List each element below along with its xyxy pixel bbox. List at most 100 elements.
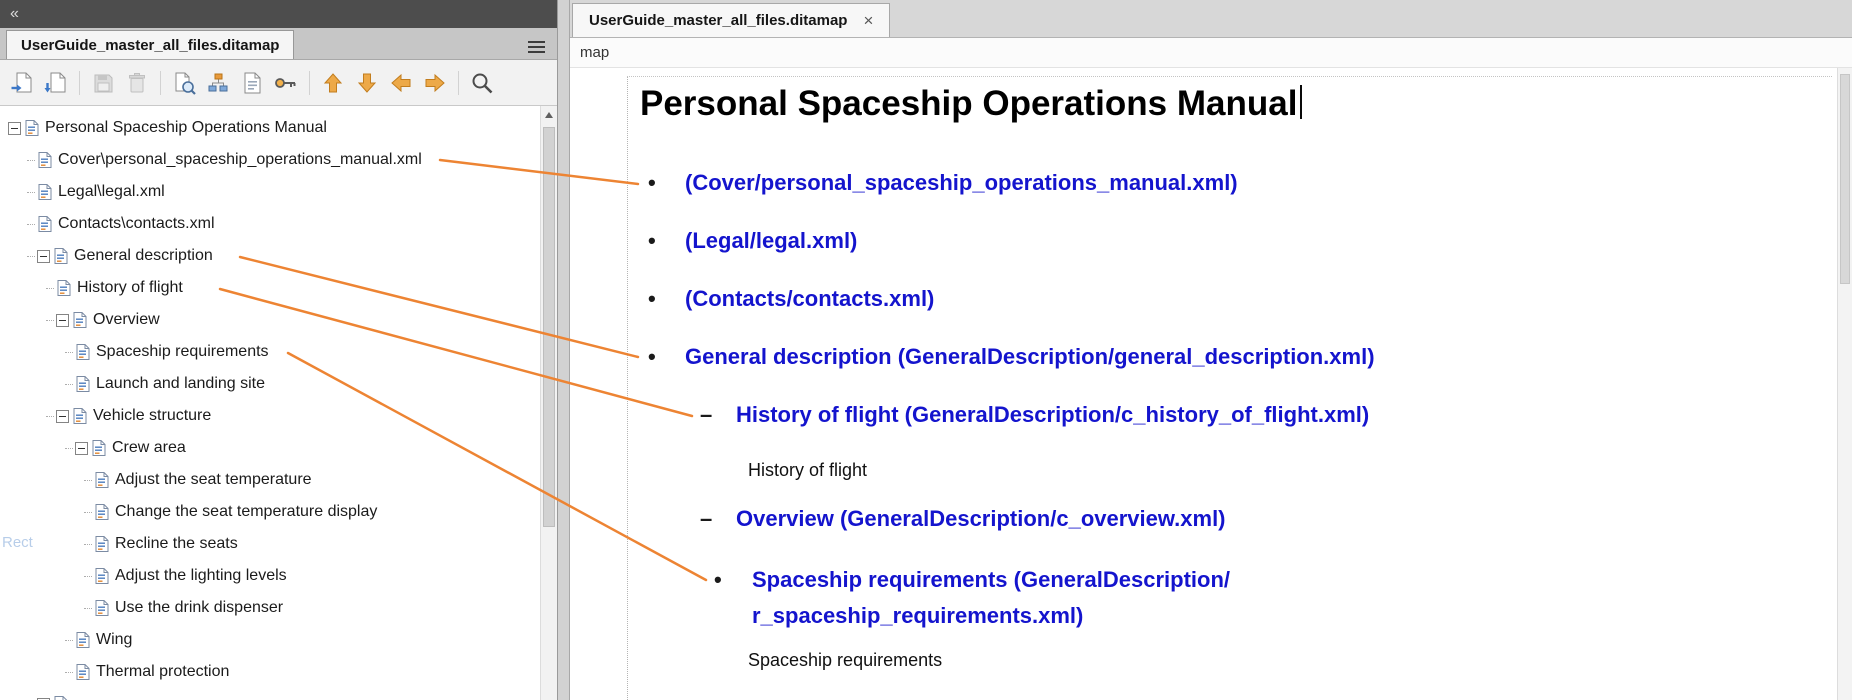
tree-item[interactable]: Adjust the lighting levels bbox=[0, 560, 557, 592]
breadcrumb-node[interactable]: map bbox=[580, 44, 609, 61]
topicref-entry[interactable]: • (Cover/personal_spaceship_operations_m… bbox=[628, 168, 1852, 198]
tree-item[interactable]: General description bbox=[0, 240, 557, 272]
panel-header: « bbox=[0, 0, 557, 28]
insert-new-topic-button[interactable] bbox=[8, 69, 36, 97]
demote-button[interactable] bbox=[421, 69, 449, 97]
maps-toolbar bbox=[0, 60, 557, 106]
insert-new-topic-icon bbox=[10, 71, 34, 95]
tree-item-label: Adjust the lighting levels bbox=[115, 567, 287, 585]
delete-button[interactable] bbox=[123, 69, 151, 97]
topic-icon bbox=[53, 695, 69, 700]
close-tab-icon[interactable]: × bbox=[863, 11, 873, 31]
document-title[interactable]: Personal Spaceship Operations Manual bbox=[640, 82, 1852, 126]
tree-item-clipped[interactable] bbox=[0, 688, 557, 700]
navtitle-text[interactable]: Spaceship requirements bbox=[628, 648, 1852, 672]
dita-maps-manager-panel: « UserGuide_master_all_files.ditamap bbox=[0, 0, 558, 700]
tree-item-root[interactable]: Personal Spaceship Operations Manual bbox=[0, 112, 557, 144]
tree-item-label: Use the drink dispenser bbox=[115, 599, 283, 617]
demote-icon bbox=[423, 71, 447, 95]
tree-item[interactable]: Spaceship requirements bbox=[0, 336, 557, 368]
panel-splitter[interactable] bbox=[558, 0, 570, 700]
topic-icon bbox=[94, 535, 110, 553]
ditamap-panel-tab[interactable]: UserGuide_master_all_files.ditamap bbox=[6, 30, 294, 59]
topicref-entry[interactable]: – History of flight (GeneralDescription/… bbox=[628, 400, 1852, 430]
tree-item[interactable]: History of flight bbox=[0, 272, 557, 304]
tree-connector bbox=[27, 160, 35, 161]
topic-icon bbox=[75, 375, 91, 393]
list-bullet: • bbox=[648, 284, 685, 314]
collapse-panel-button[interactable]: « bbox=[10, 5, 18, 23]
collapse-toggle-icon[interactable] bbox=[37, 250, 50, 263]
topic-icon bbox=[91, 439, 107, 457]
topicref-entry[interactable]: • Spaceship requirements (GeneralDescrip… bbox=[628, 562, 1852, 634]
scrollbar-thumb[interactable] bbox=[543, 127, 555, 527]
tree-item[interactable]: Overview bbox=[0, 304, 557, 336]
document-editor[interactable]: Personal Spaceship Operations Manual • (… bbox=[570, 68, 1852, 700]
tree-item-label: Recline the seats bbox=[115, 535, 238, 553]
open-preview-icon bbox=[172, 71, 196, 95]
map-icon bbox=[24, 119, 40, 137]
topic-icon bbox=[75, 631, 91, 649]
list-bullet: • bbox=[648, 168, 685, 198]
tree-item[interactable]: Cover\personal_spaceship_operations_manu… bbox=[0, 144, 557, 176]
collapse-toggle-icon[interactable] bbox=[75, 442, 88, 455]
tree-item-label: Contacts\contacts.xml bbox=[58, 215, 215, 233]
margin-guide-horizontal bbox=[627, 76, 1832, 77]
promote-button[interactable] bbox=[387, 69, 415, 97]
search-button[interactable] bbox=[468, 69, 496, 97]
tree-item[interactable]: Adjust the seat temperature bbox=[0, 464, 557, 496]
open-preview-button[interactable] bbox=[170, 69, 198, 97]
breadcrumb: map bbox=[570, 38, 1852, 68]
map-structure-button[interactable] bbox=[204, 69, 232, 97]
text-cursor bbox=[1300, 85, 1302, 119]
collapse-toggle-icon[interactable] bbox=[8, 122, 21, 135]
tree-item[interactable]: Thermal protection bbox=[0, 656, 557, 688]
editor-tab[interactable]: UserGuide_master_all_files.ditamap × bbox=[572, 3, 890, 37]
topicref-link[interactable]: General description (GeneralDescription/… bbox=[685, 342, 1375, 372]
tree-item[interactable]: Launch and landing site bbox=[0, 368, 557, 400]
save-button[interactable] bbox=[89, 69, 117, 97]
tree-item[interactable]: Wing bbox=[0, 624, 557, 656]
topicref-link[interactable]: (Cover/personal_spaceship_operations_man… bbox=[685, 168, 1238, 198]
editor-scrollbar[interactable] bbox=[1837, 68, 1852, 700]
tree-item[interactable]: Legal\legal.xml bbox=[0, 176, 557, 208]
topicref-link[interactable]: Spaceship requirements (GeneralDescripti… bbox=[752, 562, 1230, 634]
document-properties-button[interactable] bbox=[238, 69, 266, 97]
navtitle-text[interactable]: History of flight bbox=[628, 458, 1852, 482]
topicref-link[interactable]: Overview (GeneralDescription/c_overview.… bbox=[736, 504, 1226, 534]
collapse-toggle-icon[interactable] bbox=[56, 410, 69, 423]
tree-connector bbox=[65, 352, 73, 353]
panel-menu-icon[interactable] bbox=[528, 41, 545, 53]
collapse-toggle-icon[interactable] bbox=[56, 314, 69, 327]
move-down-button[interactable] bbox=[353, 69, 381, 97]
topicref-link[interactable]: (Contacts/contacts.xml) bbox=[685, 284, 934, 314]
topicref-entry[interactable]: • (Contacts/contacts.xml) bbox=[628, 284, 1852, 314]
tree-item[interactable]: Crew area bbox=[0, 432, 557, 464]
topicref-link[interactable]: History of flight (GeneralDescription/c_… bbox=[736, 400, 1369, 430]
document-icon bbox=[240, 71, 264, 95]
margin-guide-vertical bbox=[627, 76, 628, 700]
scroll-up-button[interactable] bbox=[541, 106, 557, 123]
move-up-button[interactable] bbox=[319, 69, 347, 97]
scrollbar-thumb[interactable] bbox=[1840, 74, 1850, 284]
tree-item[interactable]: Change the seat temperature display bbox=[0, 496, 557, 528]
list-bullet: • bbox=[714, 562, 752, 634]
keys-button[interactable] bbox=[272, 69, 300, 97]
tree-item[interactable]: Use the drink dispenser bbox=[0, 592, 557, 624]
application-window: « UserGuide_master_all_files.ditamap bbox=[0, 0, 1852, 700]
tree-scrollbar[interactable] bbox=[540, 106, 557, 700]
tree-item[interactable]: Vehicle structure bbox=[0, 400, 557, 432]
move-down-icon bbox=[355, 71, 379, 95]
topicref-entry[interactable]: – Overview (GeneralDescription/c_overvie… bbox=[628, 504, 1852, 534]
toolbar-separator bbox=[309, 71, 310, 95]
topicref-link[interactable]: (Legal/legal.xml) bbox=[685, 226, 857, 256]
tree-item[interactable]: Contacts\contacts.xml bbox=[0, 208, 557, 240]
document-title-text: Personal Spaceship Operations Manual bbox=[640, 84, 1297, 123]
tree-item[interactable]: Recline the seats bbox=[0, 528, 557, 560]
tree-item-label: Change the seat temperature display bbox=[115, 503, 377, 521]
insert-reference-button[interactable] bbox=[42, 69, 70, 97]
ditamap-panel-tab-label: UserGuide_master_all_files.ditamap bbox=[21, 37, 279, 54]
topicref-entry[interactable]: • (Legal/legal.xml) bbox=[628, 226, 1852, 256]
topicref-entry[interactable]: • General description (GeneralDescriptio… bbox=[628, 342, 1852, 372]
tree-connector bbox=[84, 608, 92, 609]
